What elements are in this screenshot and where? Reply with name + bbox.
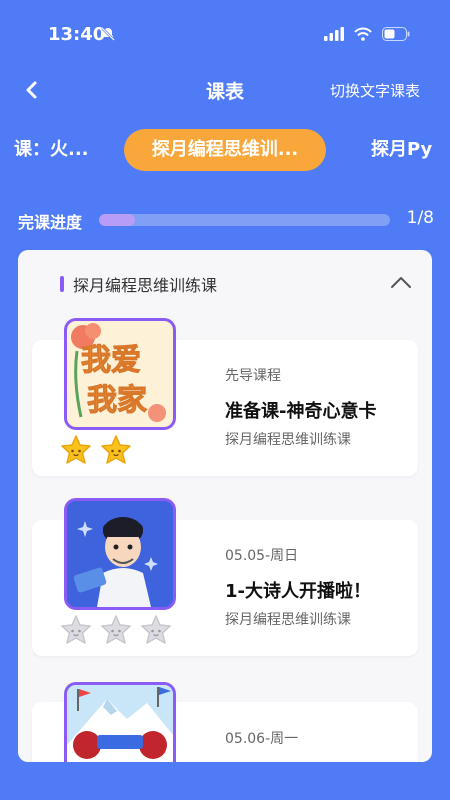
battery-icon: [382, 26, 410, 45]
star-empty-icon: [100, 614, 132, 646]
star-empty-icon: [60, 614, 92, 646]
lesson-thumbnail[interactable]: 我爱 我家: [64, 318, 176, 430]
course-card-header[interactable]: 探月编程思维训练课: [18, 250, 432, 316]
status-time: 13:40: [48, 24, 106, 45]
course-card-title: 探月编程思维训练课: [73, 276, 218, 295]
tab-course-left[interactable]: 课：火...: [14, 129, 89, 171]
bell-slash-icon: [100, 26, 116, 46]
progress-bar: [99, 214, 390, 226]
lesson-stars: [60, 434, 132, 466]
lesson-meta: 先导课程: [225, 368, 281, 384]
progress-count: 1/8: [406, 208, 434, 228]
tab-course-active[interactable]: 探月编程思维训...: [124, 129, 326, 171]
progress-fill: [99, 214, 136, 226]
course-card: 探月编程思维训练课 先导课程 准备课-神奇心意卡 探月编程思维训练课 我爱 我家…: [18, 250, 432, 762]
tab-course-right[interactable]: 探月Py: [371, 129, 432, 171]
lesson-meta: 05.05-周日: [225, 548, 299, 564]
completion-progress: 完课进度 1/8: [18, 206, 438, 234]
lesson-subtitle: 探月编程思维训练课: [225, 432, 351, 448]
thumbnail-text-bottom: 我家: [87, 383, 148, 419]
wifi-icon: [354, 26, 372, 45]
progress-label: 完课进度: [18, 213, 83, 232]
thumbnail-text-top: 我爱: [81, 343, 142, 379]
lesson-thumbnail[interactable]: [64, 498, 176, 610]
lesson-stars: [60, 614, 172, 646]
star-filled-icon: [100, 434, 132, 466]
nav-bar: 课表 切换文字课表: [0, 68, 450, 112]
lesson-meta: 05.06-周一: [225, 731, 299, 747]
lesson-subtitle: 探月编程思维训练课: [225, 612, 351, 628]
star-filled-icon: [60, 434, 92, 466]
header-accent-bar: [60, 276, 64, 292]
star-empty-icon: [140, 614, 172, 646]
switch-text-schedule-button[interactable]: 切换文字课表: [330, 80, 420, 101]
chevron-up-icon[interactable]: [390, 274, 412, 290]
chevron-left-icon[interactable]: [20, 78, 44, 102]
signal-icon: [324, 26, 344, 45]
lesson-title: 准备课-神奇心意卡: [225, 401, 377, 422]
lesson-title: 1-大诗人开播啦！: [225, 581, 371, 602]
course-tabs: 课：火... 探月编程思维训... 探月Py: [0, 125, 450, 175]
status-bar: 13:40: [0, 0, 450, 60]
lesson-thumbnail[interactable]: [64, 682, 176, 762]
